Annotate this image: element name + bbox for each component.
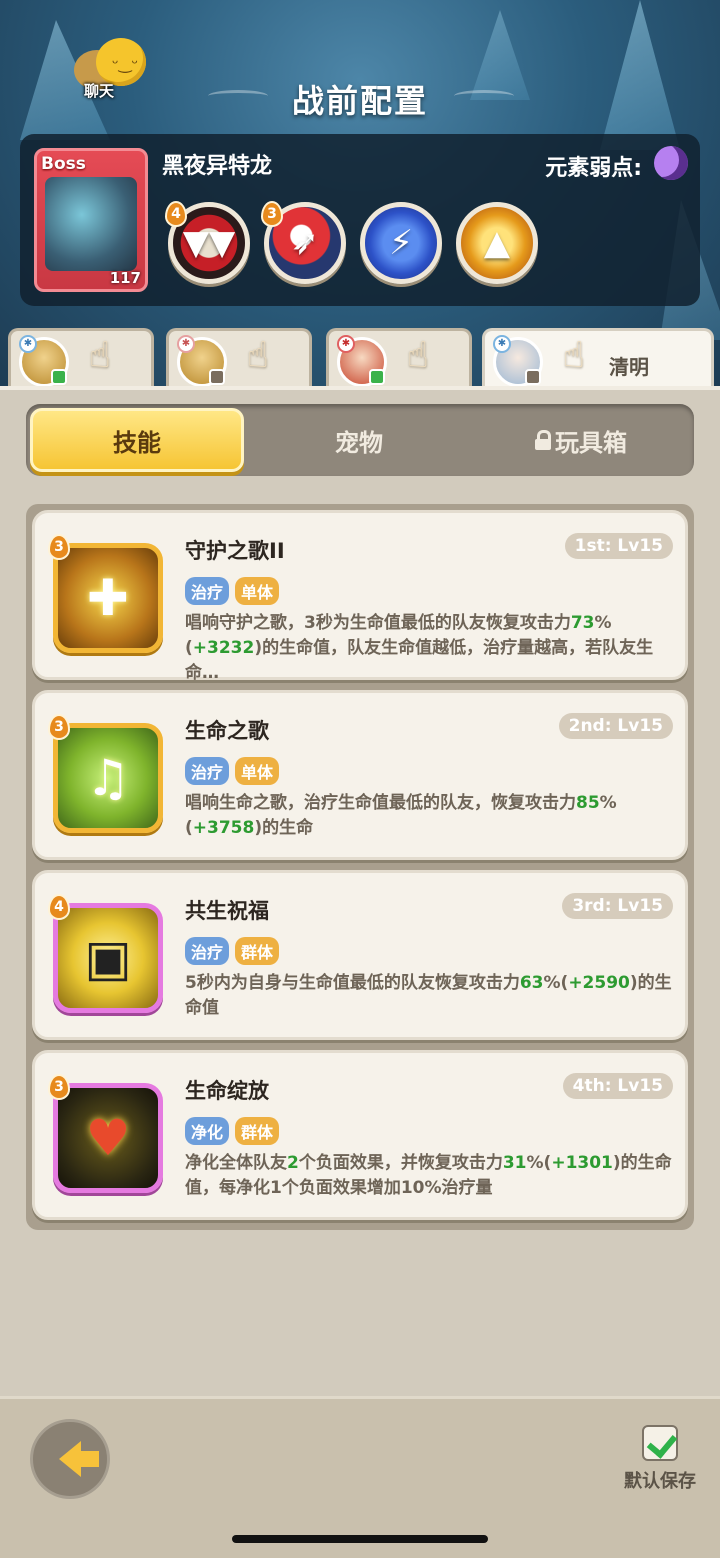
config-panel: 技能 宠物 玩具箱 ✚ 3 守护之歌II 1st: Lv15 治疗 单体 唱响守… <box>0 386 720 1396</box>
checkbox-checked-icon[interactable] <box>642 1425 678 1461</box>
skill-card[interactable]: ♫ 3 生命之歌 2nd: Lv15 治疗 单体 唱响生命之歌，治疗生命值最低的… <box>32 690 688 860</box>
status-mark-icon <box>209 369 225 385</box>
page-title: 战前配置 <box>291 82 428 120</box>
skill-level-badge: 3 <box>48 714 70 740</box>
skill-rank-badge: 2nd: Lv15 <box>558 713 673 739</box>
tab-label: 玩具箱 <box>555 428 627 457</box>
tap-hand-icon: ☝ <box>407 335 429 376</box>
skill-icon-shield-song: ✚ 3 <box>48 534 163 653</box>
element-icon: ✱ <box>19 335 37 353</box>
tab-toybox[interactable]: 玩具箱 <box>474 408 688 472</box>
skill-name: 生命之歌 <box>185 719 269 743</box>
skill-card[interactable]: ▣ 4 共生祝福 3rd: Lv15 治疗 群体 5秒内为自身与生命值最低的队友… <box>32 870 688 1040</box>
heart-sprout-icon: ♥ <box>85 1109 131 1167</box>
skill-name: 守护之歌II <box>185 539 285 563</box>
element-icon: ✱ <box>337 335 355 353</box>
skill-tag: 净化 <box>185 1117 230 1145</box>
robot-icon: ▣ <box>84 929 132 987</box>
skill-tag: 治疗 <box>185 937 230 965</box>
element-icon: ✱ <box>493 335 511 353</box>
status-mark-icon <box>369 369 385 385</box>
skill-level-badge: 4 <box>48 894 70 920</box>
skill-level-badge: 3 <box>48 534 70 560</box>
skill-tag: 群体 <box>235 937 280 965</box>
team-slot-4[interactable]: ✱ ☝ 清明 <box>482 328 714 392</box>
skill-card[interactable]: ✚ 3 守护之歌II 1st: Lv15 治疗 单体 唱响守护之歌，3秒为生命值… <box>32 510 688 683</box>
boss-level: 117 <box>109 269 141 287</box>
tab-label: 技能 <box>113 428 161 457</box>
home-indicator[interactable] <box>232 1535 488 1543</box>
hero-name: 清明 <box>609 355 649 379</box>
element-icon: ✱ <box>177 335 195 353</box>
skill-tag: 群体 <box>235 1117 280 1145</box>
tab-pets[interactable]: 宠物 <box>252 408 466 472</box>
skill-tag: 单体 <box>235 577 280 605</box>
bottom-bar: 默认保存 <box>0 1396 720 1558</box>
singer-icon: ♫ <box>85 749 131 807</box>
tab-bar: 技能 宠物 玩具箱 <box>26 404 694 476</box>
skill-icon-life-song: ♫ 3 <box>48 714 163 833</box>
element-weakness-label: 元素弱点: <box>545 156 642 181</box>
moon-icon[interactable] <box>654 146 688 180</box>
skill-level-badge: 3 <box>261 201 283 227</box>
status-mark-icon <box>51 369 67 385</box>
skill-level-badge: 3 <box>48 1074 70 1100</box>
skill-tag: 单体 <box>235 757 280 785</box>
skill-icon-life-bloom: ♥ 3 <box>48 1074 163 1193</box>
skill-description: 唱响生命之歌，治疗生命值最低的队友，恢复攻击力85%(+3758)的生命 <box>185 793 617 838</box>
default-save-toggle[interactable]: 默认保存 <box>620 1425 700 1493</box>
skill-card[interactable]: ♥ 3 生命绽放 4th: Lv15 净化 群体 净化全体队友2个负面效果，并恢… <box>32 1050 688 1220</box>
arrow-left-icon <box>59 1441 99 1477</box>
skill-name: 生命绽放 <box>185 1079 269 1103</box>
save-label: 默认保存 <box>624 1471 696 1492</box>
shield-plus-icon: ✚ <box>87 569 129 627</box>
skill-rank-badge: 3rd: Lv15 <box>562 893 673 919</box>
boss-name: 黑夜异特龙 <box>162 154 273 179</box>
skill-tag: 治疗 <box>185 757 230 785</box>
lightning-icon: ⚡ <box>389 223 413 263</box>
skill-icon-symbiosis: ▣ 4 <box>48 894 163 1013</box>
golden-spikes-icon: ▲ <box>483 223 511 263</box>
skill-level-badge: 4 <box>165 201 187 227</box>
battle-scene-header: ᵕ‿ᵕ 聊天 战前配置 Boss 117 黑夜异特龙 元素弱点: ▼▼ 4 ➶ … <box>0 0 720 400</box>
status-mark-icon <box>525 369 541 385</box>
team-slot-3[interactable]: ✱ ☝ <box>326 328 472 388</box>
skill-description: 净化全体队友2个负面效果，并恢复攻击力31%(+1301)的生命值，每净化1个负… <box>185 1153 672 1198</box>
team-slot-2[interactable]: ✱ ☝ <box>166 328 312 388</box>
boss-info-panel: Boss 117 黑夜异特龙 元素弱点: ▼▼ 4 ➶ 3 ⚡ ▲ <box>20 134 700 306</box>
tap-hand-icon: ☝ <box>563 335 585 376</box>
boss-card[interactable]: Boss 117 <box>34 148 148 292</box>
boss-skill-lightning[interactable]: ⚡ <box>360 202 442 284</box>
back-button[interactable] <box>30 1419 110 1499</box>
skill-list: ✚ 3 守护之歌II 1st: Lv15 治疗 单体 唱响守护之歌，3秒为生命值… <box>26 504 694 1230</box>
boss-skill-fang-maw[interactable]: ▼▼ 4 <box>165 201 250 284</box>
skill-description: 5秒内为自身与生命值最低的队友恢复攻击力63%(+2590)的生命值 <box>185 973 672 1018</box>
boss-skill-golden-spikes[interactable]: ▲ <box>456 202 538 284</box>
smile-face-icon: ᵕ‿ᵕ <box>112 54 139 73</box>
tap-hand-icon: ☝ <box>89 335 111 376</box>
skill-rank-badge: 1st: Lv15 <box>564 533 673 559</box>
boss-portrait <box>45 177 137 271</box>
skill-description: 唱响守护之歌，3秒为生命值最低的队友恢复攻击力73%(+3232)的生命值，队友… <box>185 613 654 683</box>
tab-skills[interactable]: 技能 <box>30 408 244 472</box>
boss-skill-bird-strike[interactable]: ➶ 3 <box>261 201 346 284</box>
team-slot-1[interactable]: ✱ ☝ <box>8 328 154 388</box>
lock-icon <box>535 430 551 450</box>
tab-label: 宠物 <box>335 428 383 457</box>
skill-rank-badge: 4th: Lv15 <box>562 1073 673 1099</box>
skill-tag: 治疗 <box>185 577 230 605</box>
tap-hand-icon: ☝ <box>247 335 269 376</box>
crystal-decoration <box>600 0 680 150</box>
skill-name: 共生祝福 <box>185 899 269 923</box>
boss-tag: Boss <box>41 154 86 174</box>
